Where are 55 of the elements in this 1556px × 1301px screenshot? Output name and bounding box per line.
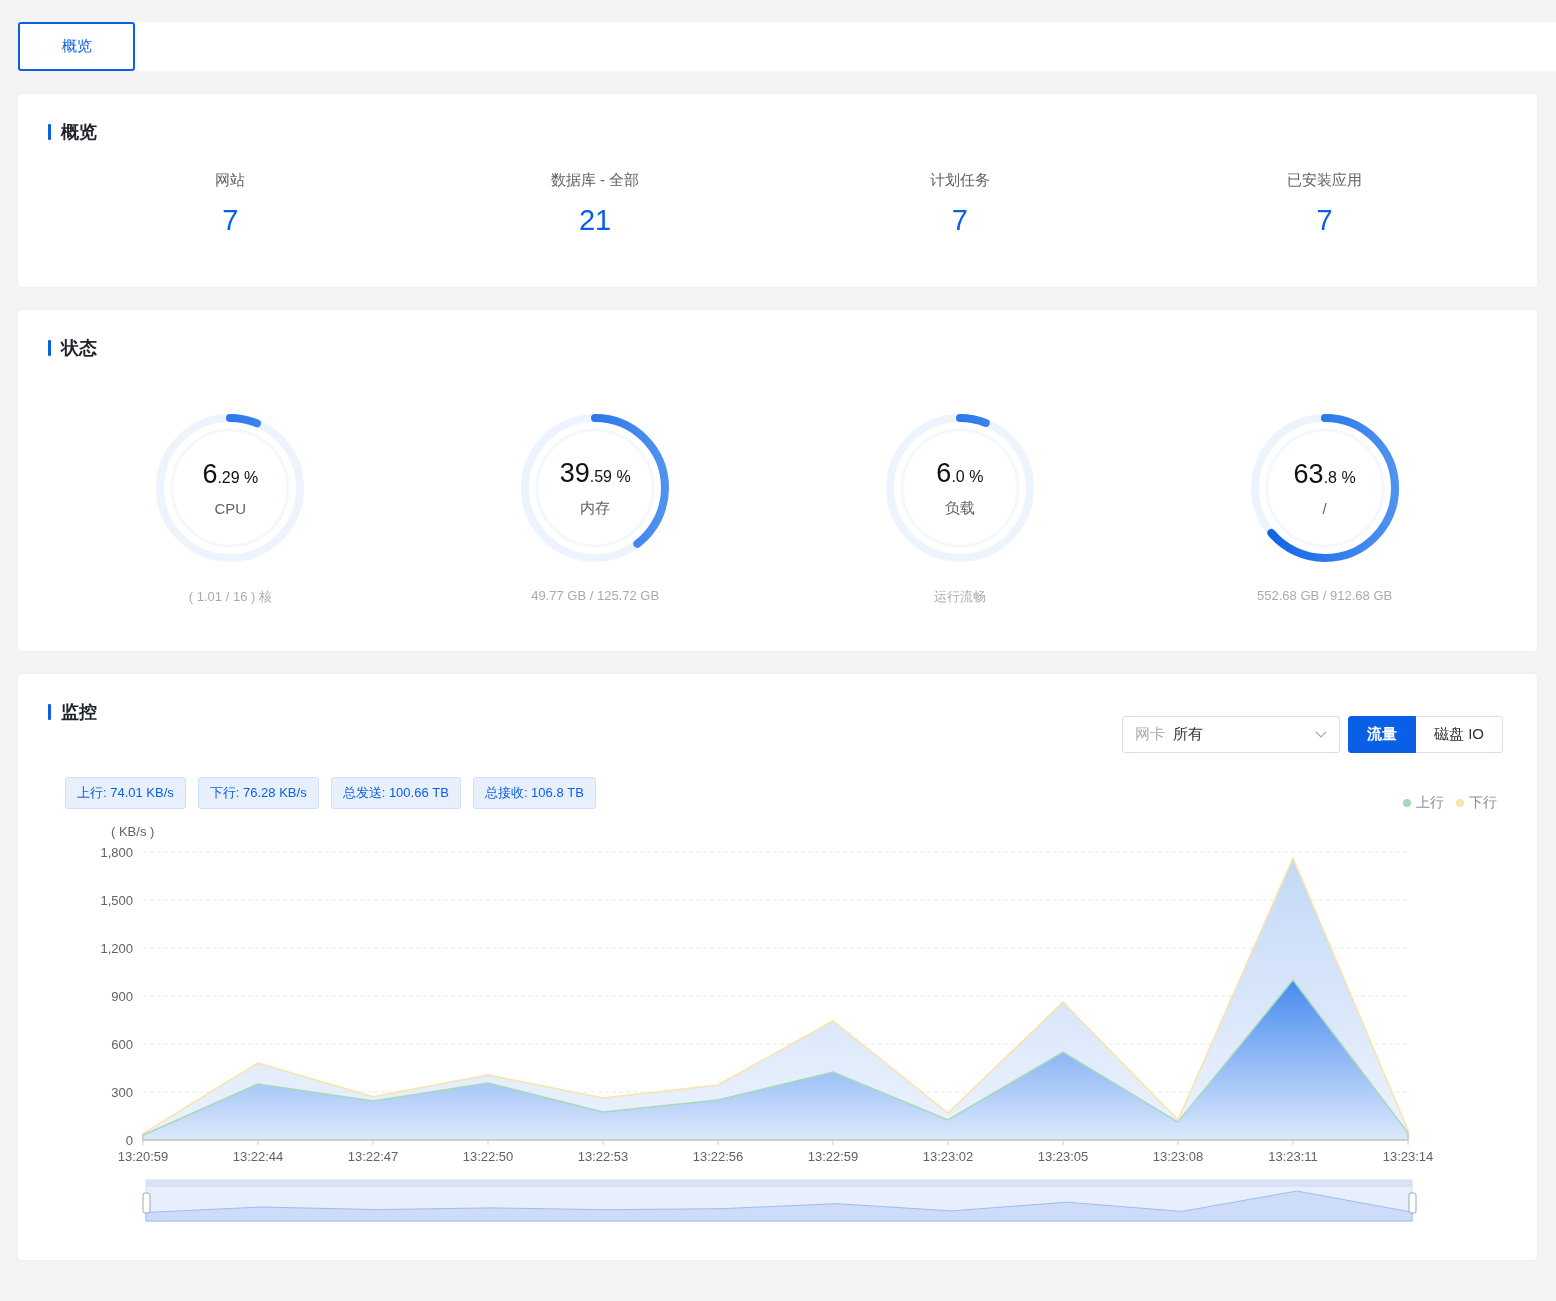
- stat-tag: 总发送: 100.66 TB: [330, 777, 461, 809]
- y-tick-label: 300: [111, 1085, 133, 1100]
- gauge-detail: ( 1.01 / 16 ) 核: [188, 588, 272, 606]
- stat-value[interactable]: 7: [951, 204, 968, 237]
- x-tick-label: 13:23:14: [1382, 1149, 1434, 1164]
- gauge-percent: 39.59 %: [559, 458, 631, 489]
- gauge-label: /: [1322, 500, 1327, 517]
- x-tick-label: 13:22:53: [577, 1149, 629, 1164]
- gauge-detail: 49.77 GB / 125.72 GB: [531, 588, 660, 603]
- stat-label: 数据库 - 全部: [550, 171, 640, 190]
- overview-tab[interactable]: 概览: [18, 22, 135, 71]
- gauge-label: 负载: [944, 499, 975, 518]
- y-tick-label: 600: [111, 1037, 133, 1052]
- x-tick-label: 13:22:56: [692, 1149, 744, 1164]
- y-axis-unit: ( KB/s ): [111, 824, 155, 839]
- stat-label: 网站: [215, 171, 246, 190]
- stat-value[interactable]: 7: [222, 204, 239, 237]
- section-title: 状态: [61, 337, 97, 360]
- gauge-percent: 6.29 %: [202, 459, 259, 490]
- x-tick-label: 13:22:59: [807, 1149, 859, 1164]
- x-tick-label: 13:20:59: [117, 1149, 169, 1164]
- range-slider-drawing[interactable]: [142, 1179, 1417, 1222]
- legend-label: 上行: [1416, 794, 1444, 812]
- x-tick-label: 13:23:11: [1268, 1149, 1318, 1164]
- section-title: 概览: [61, 121, 97, 144]
- network-select[interactable]: 网卡 所有: [1122, 716, 1340, 753]
- legend-label: 下行: [1469, 794, 1497, 812]
- stat-value[interactable]: 7: [1316, 204, 1333, 237]
- stat-tag: 总接收: 106.8 TB: [472, 777, 596, 809]
- y-tick-label: 1,200: [100, 941, 133, 956]
- x-tick-label: 13:22:47: [347, 1149, 399, 1164]
- stat-tag: 上行: 74.01 KB/s: [65, 777, 186, 809]
- x-tick-label: 13:22:44: [232, 1149, 284, 1164]
- x-tick-label: 13:22:50: [462, 1149, 514, 1164]
- y-tick-label: 900: [111, 989, 133, 1004]
- chevron-down-icon: [1315, 730, 1327, 739]
- gauge-label: 内存: [580, 499, 611, 518]
- gauge-detail: 552.68 GB / 912.68 GB: [1257, 588, 1393, 603]
- y-tick-label: 0: [125, 1133, 133, 1148]
- mode-tab[interactable]: 流量: [1348, 716, 1416, 753]
- stat-tag: 下行: 76.28 KB/s: [197, 777, 319, 809]
- stat-value[interactable]: 21: [579, 204, 612, 237]
- x-tick-label: 13:23:08: [1152, 1149, 1204, 1164]
- y-tick-label: 1,500: [100, 893, 133, 908]
- mode-tab[interactable]: 磁盘 IO: [1416, 716, 1503, 753]
- section-title: 监控: [61, 701, 97, 724]
- y-tick-label: 1,800: [100, 845, 133, 860]
- gauge-percent: 6.0 %: [936, 458, 984, 489]
- x-tick-label: 13:23:05: [1037, 1149, 1089, 1164]
- gauge-label: CPU: [214, 500, 247, 517]
- gauge-detail: 运行流畅: [933, 588, 986, 606]
- stat-label: 计划任务: [929, 171, 990, 190]
- gauge-percent: 63.8 %: [1293, 459, 1356, 490]
- x-tick-label: 13:23:02: [922, 1149, 974, 1164]
- stat-label: 已安装应用: [1287, 171, 1363, 190]
